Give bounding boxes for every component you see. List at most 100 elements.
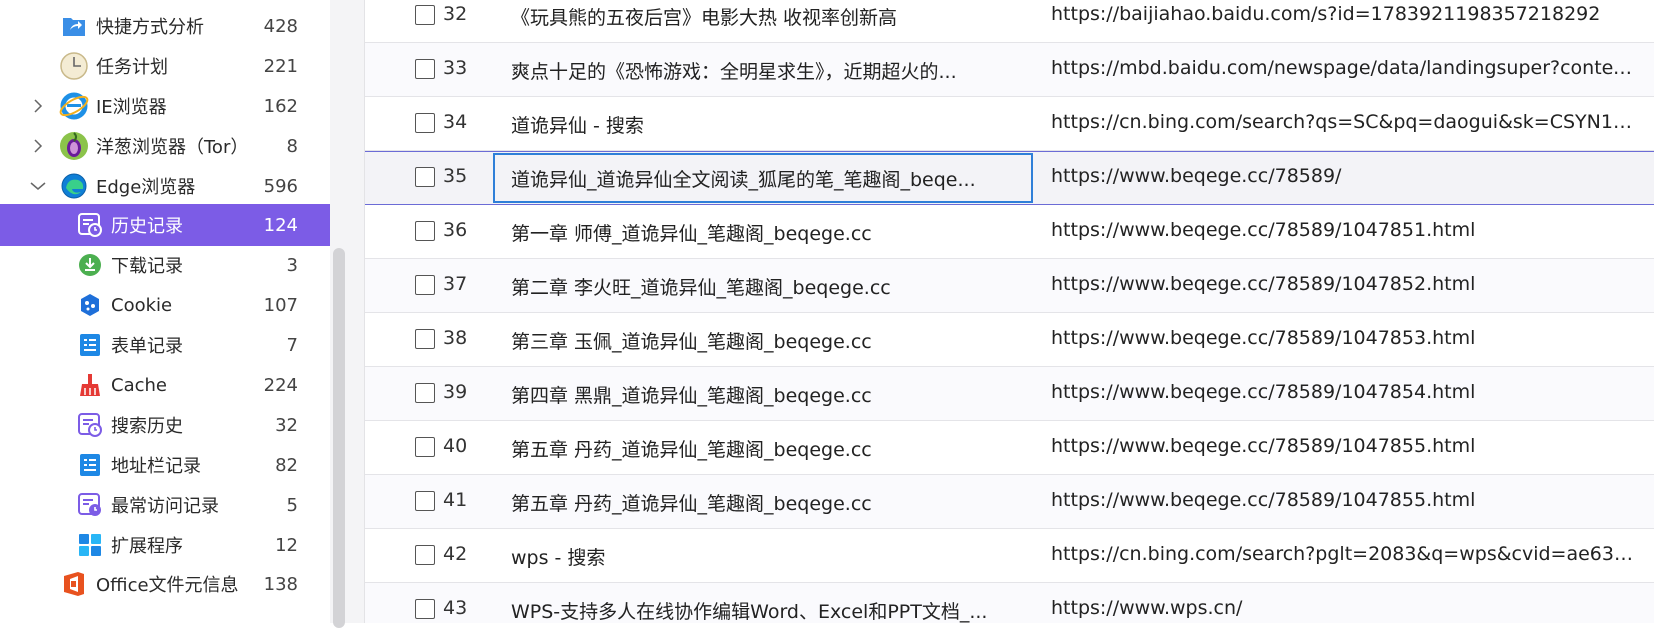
tree-item-edge-browser[interactable]: Edge浏览器 596 xyxy=(0,165,330,207)
sidebar-tree: 快捷方式分析 428 任务计划 221 IE浏览器 162 洋葱浏览器（Tor）… xyxy=(0,0,330,623)
tree-item-extensions[interactable]: 扩展程序 12 xyxy=(0,524,330,566)
tree-item-label: 快捷方式分析 xyxy=(96,17,204,38)
row-title: 第五章 丹药_道诡异仙_笔趣阁_beqege.cc xyxy=(511,439,872,461)
tree-item-address-bar[interactable]: 地址栏记录 82 xyxy=(0,444,330,486)
tor-icon xyxy=(58,130,90,162)
tree-item-history[interactable]: 历史记录 124 xyxy=(0,204,330,246)
row-checkbox[interactable] xyxy=(415,167,435,187)
row-checkbox[interactable] xyxy=(415,545,435,565)
row-number: 37 xyxy=(443,273,468,295)
table-row[interactable]: 40 第五章 丹药_道诡异仙_笔趣阁_beqege.cc https://www… xyxy=(365,421,1654,475)
row-title: 《玩具熊的五夜后宫》电影大热 收视率创新高 xyxy=(511,7,898,29)
tree-item-forms[interactable]: 表单记录 7 xyxy=(0,324,330,366)
table-row[interactable]: 42 wps - 搜索 https://cn.bing.com/search?p… xyxy=(365,529,1654,583)
row-number: 39 xyxy=(443,381,468,403)
row-number: 43 xyxy=(443,597,468,619)
table-row[interactable]: 36 第一章 师傅_道诡异仙_笔趣阁_beqege.cc https://www… xyxy=(365,205,1654,259)
table-row[interactable]: 41 第五章 丹药_道诡异仙_笔趣阁_beqege.cc https://www… xyxy=(365,475,1654,529)
tree-item-downloads[interactable]: 下载记录 3 xyxy=(0,244,330,286)
tree-item-count: 162 xyxy=(263,95,298,117)
row-url: https://www.beqege.cc/78589/1047853.html xyxy=(1051,327,1476,349)
row-checkbox[interactable] xyxy=(415,437,435,457)
search-history-icon xyxy=(74,409,106,441)
row-number: 35 xyxy=(443,165,468,187)
row-checkbox[interactable] xyxy=(415,599,435,619)
row-number: 34 xyxy=(443,111,468,133)
tree-item-count: 124 xyxy=(263,214,298,236)
tree-item-label: 任务计划 xyxy=(96,57,168,78)
row-title: 道诡异仙_道诡异仙全文阅读_狐尾的笔_笔趣阁_beqe... xyxy=(511,169,976,191)
tree-item-ie-browser[interactable]: IE浏览器 162 xyxy=(0,85,330,127)
table-row[interactable]: 37 第二章 李火旺_道诡异仙_笔趣阁_beqege.cc https://ww… xyxy=(365,259,1654,313)
tree-item-task-scheduler[interactable]: 任务计划 221 xyxy=(0,45,330,87)
office-icon xyxy=(58,568,90,600)
row-checkbox[interactable] xyxy=(415,275,435,295)
row-url: https://baijiahao.baidu.com/s?id=1783921… xyxy=(1051,3,1601,25)
row-number: 42 xyxy=(443,543,468,565)
row-title: 第三章 玉佩_道诡异仙_笔趣阁_beqege.cc xyxy=(511,331,872,353)
tree-item-count: 221 xyxy=(263,55,298,77)
chevron-right-icon[interactable] xyxy=(30,138,46,154)
tree-item-label: Office文件元信息 xyxy=(96,575,239,596)
row-checkbox[interactable] xyxy=(415,383,435,403)
tree-item-label: Cache xyxy=(111,374,167,396)
row-url: https://www.wps.cn/ xyxy=(1051,597,1243,619)
tree-item-label: IE浏览器 xyxy=(96,97,167,118)
row-title: WPS-支持多人在线协作编辑Word、Excel和PPT文档_... xyxy=(511,601,988,623)
chevron-down-icon[interactable] xyxy=(30,178,46,194)
row-checkbox[interactable] xyxy=(415,221,435,241)
tree-item-count: 138 xyxy=(263,573,298,595)
tree-item-count: 224 xyxy=(263,374,298,396)
table-row[interactable]: 33 爽点十足的《恐怖游戏：全明星求生》，近期超火的... https://mb… xyxy=(365,43,1654,97)
row-title: 道诡异仙 - 搜索 xyxy=(511,115,644,137)
tree-item-count: 32 xyxy=(275,414,298,436)
row-url: https://www.beqege.cc/78589/ xyxy=(1051,165,1342,187)
row-number: 41 xyxy=(443,489,468,511)
row-url: https://www.beqege.cc/78589/1047855.html xyxy=(1051,489,1476,511)
tree-item-count: 8 xyxy=(286,135,298,157)
sidebar-scrollbar-thumb[interactable] xyxy=(333,248,345,628)
table-row[interactable]: 34 道诡异仙 - 搜索 https://cn.bing.com/search?… xyxy=(365,97,1654,151)
history-table: 32 《玩具熊的五夜后宫》电影大热 收视率创新高 https://baijiah… xyxy=(365,0,1654,623)
row-checkbox[interactable] xyxy=(415,329,435,349)
tree-item-search-history[interactable]: 搜索历史 32 xyxy=(0,404,330,446)
row-title: 第一章 师傅_道诡异仙_笔趣阁_beqege.cc xyxy=(511,223,872,245)
tree-item-shortcut-analysis[interactable]: 快捷方式分析 428 xyxy=(0,5,330,47)
extensions-icon xyxy=(74,529,106,561)
tree-item-label: 地址栏记录 xyxy=(111,456,201,477)
row-title: 爽点十足的《恐怖游戏：全明星求生》，近期超火的... xyxy=(511,61,957,83)
tree-item-cache[interactable]: Cache 224 xyxy=(0,364,330,406)
table-row[interactable]: 38 第三章 玉佩_道诡异仙_笔趣阁_beqege.cc https://www… xyxy=(365,313,1654,367)
row-url: https://www.beqege.cc/78589/1047854.html xyxy=(1051,381,1476,403)
tree-item-most-visited[interactable]: 最常访问记录 5 xyxy=(0,484,330,526)
tree-item-tor-browser[interactable]: 洋葱浏览器（Tor） 8 xyxy=(0,125,330,167)
table-row[interactable]: 32 《玩具熊的五夜后宫》电影大热 收视率创新高 https://baijiah… xyxy=(365,0,1654,43)
tree-item-label: Edge浏览器 xyxy=(96,177,196,198)
chevron-right-icon[interactable] xyxy=(30,98,46,114)
tree-item-label: Cookie xyxy=(111,294,173,316)
table-row-selected[interactable]: 35 道诡异仙_道诡异仙全文阅读_狐尾的笔_笔趣阁_beqe... https:… xyxy=(365,151,1654,205)
table-row[interactable]: 43 WPS-支持多人在线协作编辑Word、Excel和PPT文档_... ht… xyxy=(365,583,1654,623)
tree-item-count: 596 xyxy=(263,175,298,197)
most-visited-icon xyxy=(74,489,106,521)
row-checkbox[interactable] xyxy=(415,113,435,133)
tree-item-label: 最常访问记录 xyxy=(111,496,219,517)
tree-item-count: 107 xyxy=(263,294,298,316)
tree-item-cookie[interactable]: Cookie 107 xyxy=(0,284,330,326)
row-title: 第五章 丹药_道诡异仙_笔趣阁_beqege.cc xyxy=(511,493,872,515)
tree-item-count: 7 xyxy=(286,334,298,356)
tree-item-count: 3 xyxy=(286,254,298,276)
row-url: https://www.beqege.cc/78589/1047855.html xyxy=(1051,435,1476,457)
row-number: 33 xyxy=(443,57,468,79)
tree-item-count: 12 xyxy=(275,534,298,556)
row-checkbox[interactable] xyxy=(415,491,435,511)
row-url: https://www.beqege.cc/78589/1047851.html xyxy=(1051,219,1476,241)
history-icon xyxy=(74,209,106,241)
edge-icon xyxy=(58,170,90,202)
table-row[interactable]: 39 第四章 黑鼎_道诡异仙_笔趣阁_beqege.cc https://www… xyxy=(365,367,1654,421)
tree-item-label: 表单记录 xyxy=(111,336,183,357)
tree-item-office-meta[interactable]: Office文件元信息 138 xyxy=(0,563,330,605)
row-checkbox[interactable] xyxy=(415,5,435,25)
row-checkbox[interactable] xyxy=(415,59,435,79)
tree-item-count: 82 xyxy=(275,454,298,476)
